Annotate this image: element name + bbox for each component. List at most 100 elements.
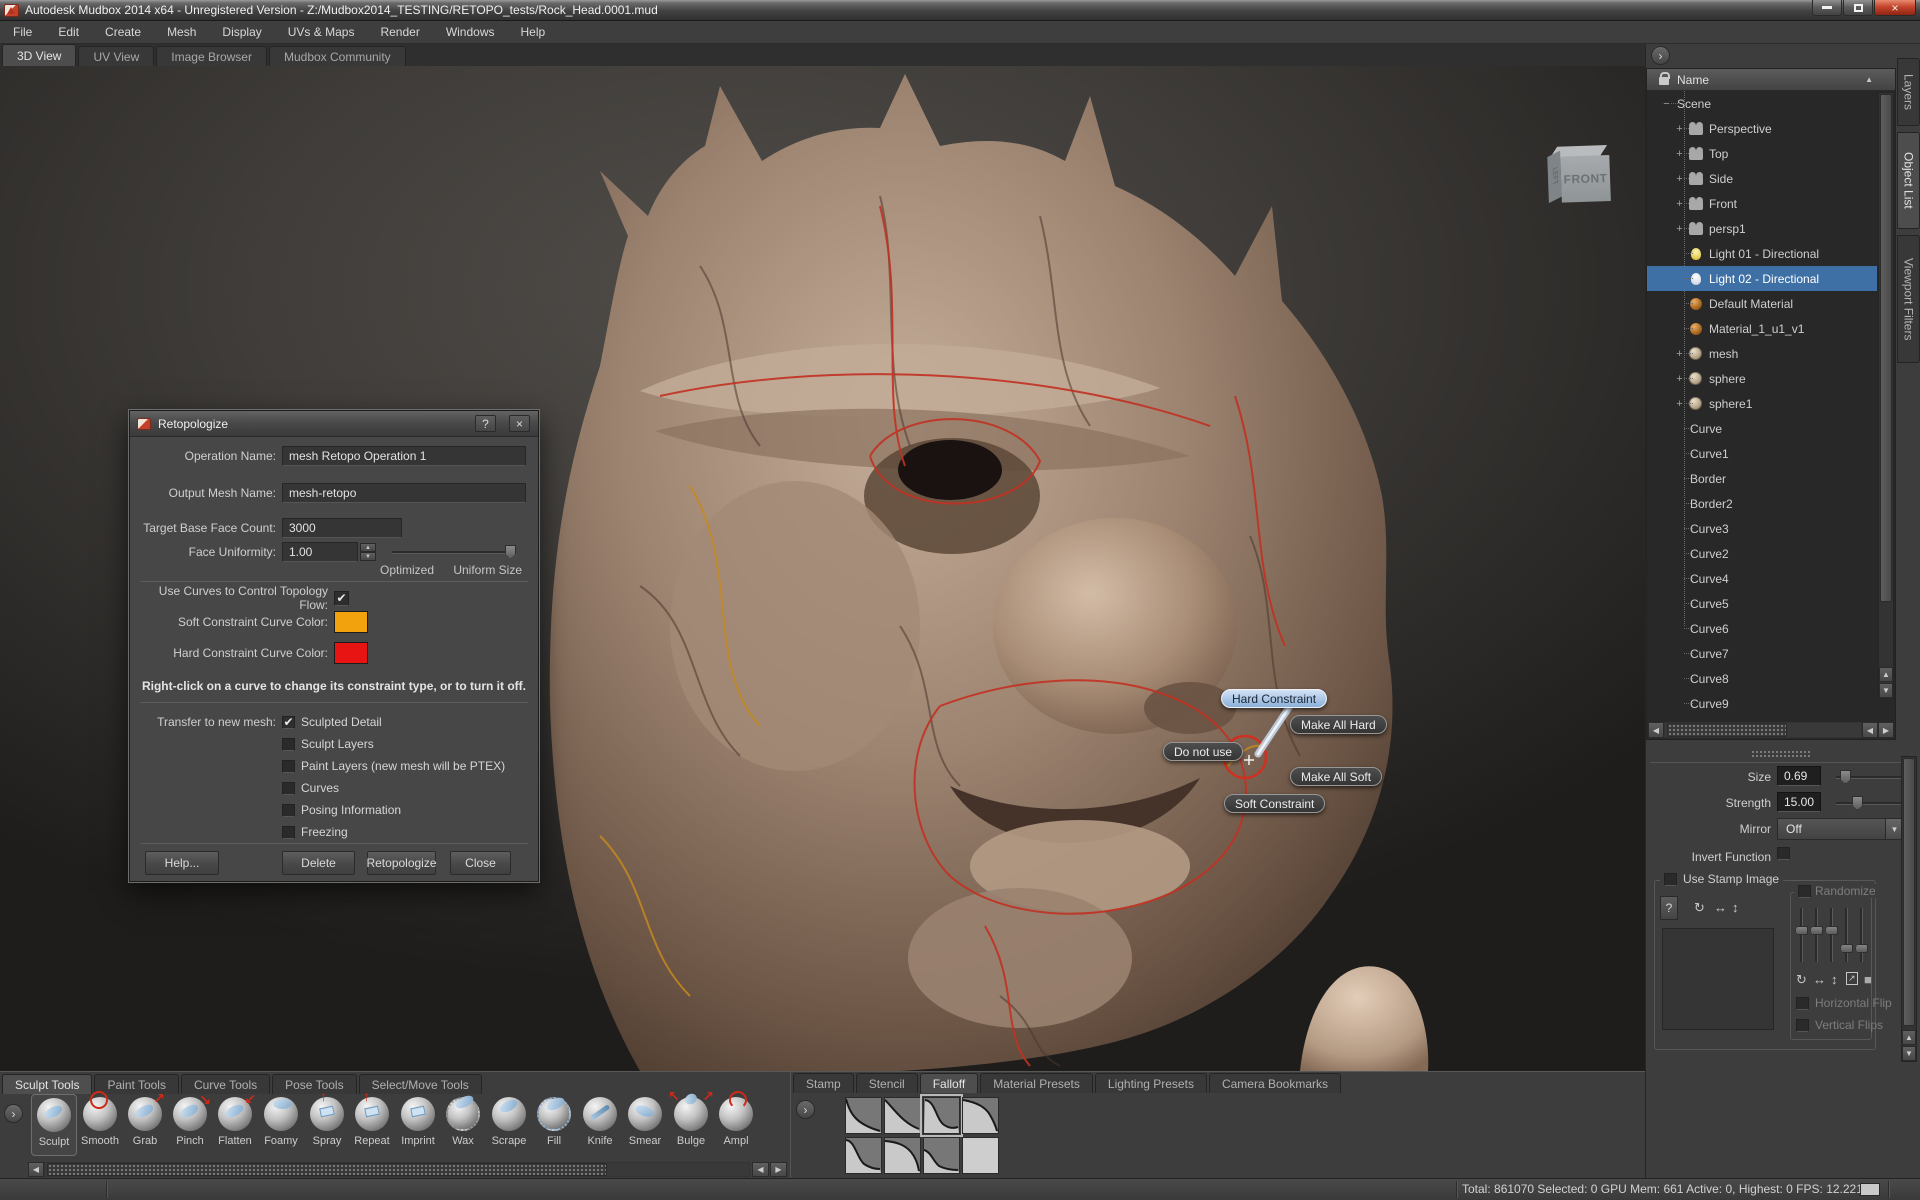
falloff-preset-2[interactable] bbox=[884, 1097, 921, 1134]
view-cube-front-face[interactable]: FRONT bbox=[1560, 155, 1611, 203]
tab-uv-view[interactable]: UV View bbox=[78, 46, 154, 66]
sculpt-layers-checkbox[interactable] bbox=[282, 738, 295, 751]
tab-paint-tools[interactable]: Paint Tools bbox=[94, 1074, 178, 1094]
tool-bulge[interactable]: ↖↗Bulge bbox=[668, 1094, 714, 1156]
expand-icon[interactable]: + bbox=[1673, 373, 1686, 385]
tool-knife[interactable]: Knife bbox=[577, 1094, 623, 1156]
dialog-title-bar[interactable]: Retopologize ? × bbox=[130, 411, 538, 437]
falloff-preset-7[interactable] bbox=[923, 1137, 960, 1174]
side-tab-viewport-filters[interactable]: Viewport Filters bbox=[1897, 235, 1920, 363]
tree-item-top[interactable]: +Top bbox=[1647, 141, 1877, 166]
tree-item-material-1-u1-v1[interactable]: Material_1_u1_v1 bbox=[1647, 316, 1877, 341]
expand-icon[interactable]: + bbox=[1673, 123, 1686, 135]
scroll-right-button[interactable]: ▶ bbox=[1878, 722, 1894, 738]
expand-icon[interactable]: + bbox=[1673, 398, 1686, 410]
tool-grab[interactable]: ↗Grab bbox=[122, 1094, 168, 1156]
tree-item-curve8[interactable]: Curve8 bbox=[1647, 666, 1877, 691]
tool-sculpt[interactable]: Sculpt bbox=[31, 1094, 77, 1156]
falloff-preset-8[interactable] bbox=[962, 1137, 999, 1174]
tree-item-perspective[interactable]: +Perspective bbox=[1647, 116, 1877, 141]
tab-curve-tools[interactable]: Curve Tools bbox=[181, 1074, 270, 1094]
expand-icon[interactable]: + bbox=[1673, 223, 1686, 235]
tab-sculpt-tools[interactable]: Sculpt Tools bbox=[2, 1074, 92, 1094]
use-curves-checkbox[interactable]: ✔ bbox=[334, 591, 349, 606]
spinner-down-icon[interactable]: ▼ bbox=[360, 552, 376, 561]
scroll-up-button[interactable]: ▲ bbox=[1902, 1030, 1916, 1045]
minimize-button[interactable] bbox=[1812, 0, 1842, 16]
tree-item-side[interactable]: +Side bbox=[1647, 166, 1877, 191]
retopologize-button[interactable]: Retopologize bbox=[367, 851, 436, 875]
face-count-input[interactable] bbox=[282, 518, 402, 538]
tree-item-curve6[interactable]: Curve6 bbox=[1647, 616, 1877, 641]
tree-item-mesh[interactable]: +mesh bbox=[1647, 341, 1877, 366]
menu-render[interactable]: Render bbox=[367, 21, 432, 43]
sculpted-detail-checkbox[interactable]: ✔ bbox=[282, 716, 295, 729]
expand-icon[interactable]: + bbox=[1673, 198, 1686, 210]
menu-create[interactable]: Create bbox=[92, 21, 154, 43]
tree-item-sphere1[interactable]: +sphere1 bbox=[1647, 391, 1877, 416]
randomize-slider-1[interactable] bbox=[1800, 908, 1803, 962]
expand-icon[interactable]: + bbox=[1673, 348, 1686, 360]
tab-lighting-presets[interactable]: Lighting Presets bbox=[1095, 1073, 1207, 1093]
size-input[interactable] bbox=[1777, 766, 1821, 786]
close-dialog-button[interactable]: Close bbox=[450, 851, 511, 875]
tree-item-curve4[interactable]: Curve4 bbox=[1647, 566, 1877, 591]
collapse-icon[interactable]: − bbox=[1660, 98, 1673, 110]
tool-scrape[interactable]: Scrape bbox=[486, 1094, 532, 1156]
dialog-help-button[interactable]: ? bbox=[475, 415, 496, 432]
paint-layers-checkbox[interactable] bbox=[282, 760, 295, 773]
tree-item-sphere[interactable]: +sphere bbox=[1647, 366, 1877, 391]
output-mesh-input[interactable] bbox=[282, 483, 526, 503]
scroll-up-button[interactable]: ▲ bbox=[1879, 667, 1893, 682]
falloff-preset-3-selected[interactable] bbox=[923, 1097, 960, 1134]
slider-handle[interactable] bbox=[1840, 770, 1851, 784]
menu-display[interactable]: Display bbox=[209, 21, 274, 43]
tree-item-border2[interactable]: Border2 bbox=[1647, 491, 1877, 516]
spinner-up-icon[interactable]: ▲ bbox=[360, 543, 376, 552]
tool-fill[interactable]: Fill bbox=[531, 1094, 577, 1156]
horizontal-flip-checkbox[interactable] bbox=[1796, 997, 1809, 1010]
sort-up-icon[interactable]: ▲ bbox=[1865, 75, 1873, 84]
tab-select-move-tools[interactable]: Select/Move Tools bbox=[359, 1074, 482, 1094]
tree-item-curve5[interactable]: Curve5 bbox=[1647, 591, 1877, 616]
tree-item-curve[interactable]: Curve bbox=[1647, 416, 1877, 441]
marking-menu-make-all-soft[interactable]: Make All Soft bbox=[1290, 767, 1382, 786]
hard-constraint-color-swatch[interactable] bbox=[334, 642, 368, 664]
tool-foamy[interactable]: Foamy bbox=[258, 1094, 304, 1156]
falloff-preset-4[interactable] bbox=[962, 1097, 999, 1134]
randomize-slider-2[interactable] bbox=[1815, 908, 1818, 962]
randomize-slider-4[interactable] bbox=[1845, 908, 1848, 962]
help-button[interactable]: Help... bbox=[145, 851, 219, 875]
scroll-left-button[interactable]: ◀ bbox=[1648, 722, 1664, 738]
mirror-dropdown[interactable]: Off ▼ bbox=[1777, 818, 1904, 840]
scroll-down-button[interactable]: ▼ bbox=[1879, 683, 1893, 698]
falloff-preset-5[interactable] bbox=[845, 1137, 882, 1174]
strength-slider[interactable] bbox=[1836, 802, 1904, 805]
flip-vertical-icon[interactable]: ↕ bbox=[1732, 900, 1739, 915]
randomize-slider-5[interactable] bbox=[1860, 908, 1863, 962]
slider-handle[interactable] bbox=[1852, 796, 1863, 810]
scroll-left-button-2[interactable]: ◀ bbox=[1862, 722, 1878, 738]
h-arrows-icon[interactable]: ↔ bbox=[1813, 972, 1826, 987]
falloff-preset-1[interactable] bbox=[845, 1097, 882, 1134]
close-button[interactable]: × bbox=[1874, 0, 1916, 16]
tree-item-default-material[interactable]: Default Material bbox=[1647, 291, 1877, 316]
tree-item-persp1[interactable]: +persp1 bbox=[1647, 216, 1877, 241]
tree-vertical-scrollbar[interactable]: ▲ ▼ bbox=[1878, 92, 1894, 699]
flip-horizontal-icon[interactable]: ↔ bbox=[1714, 900, 1727, 915]
tree-item-front[interactable]: +Front bbox=[1647, 191, 1877, 216]
rotate-icon[interactable]: ↻ bbox=[1796, 972, 1807, 988]
randomize-checkbox[interactable] bbox=[1798, 885, 1811, 898]
menu-uvs-maps[interactable]: UVs & Maps bbox=[275, 21, 368, 43]
size-slider[interactable] bbox=[1836, 776, 1904, 779]
scroll-left-button[interactable]: ◀ bbox=[28, 1162, 44, 1177]
scroll-down-button[interactable]: ▼ bbox=[1902, 1046, 1916, 1061]
tool-tray-expand-button[interactable]: › bbox=[4, 1104, 23, 1123]
use-stamp-checkbox[interactable] bbox=[1664, 873, 1677, 886]
panel-expand-button[interactable]: › bbox=[1651, 46, 1670, 65]
status-color-swatch[interactable] bbox=[1860, 1183, 1880, 1196]
tool-imprint[interactable]: Imprint bbox=[395, 1094, 441, 1156]
scrollbar-thumb[interactable] bbox=[47, 1163, 607, 1176]
operation-name-input[interactable] bbox=[282, 446, 526, 466]
tool-smooth[interactable]: Smooth bbox=[77, 1094, 123, 1156]
